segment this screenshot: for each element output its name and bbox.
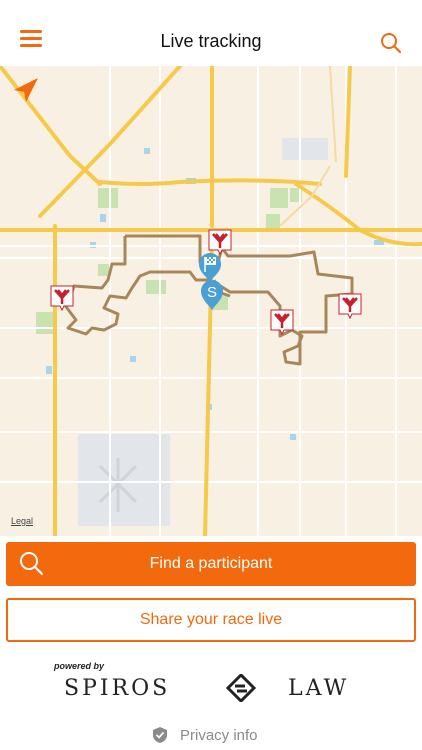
aid-station-marker[interactable] bbox=[270, 309, 294, 336]
search-button[interactable] bbox=[378, 30, 406, 58]
sponsor-name-left: SPIROS bbox=[64, 676, 171, 701]
app-header: Live tracking bbox=[0, 0, 422, 66]
privacy-info-label: Privacy info bbox=[180, 727, 258, 744]
aid-station-marker[interactable] bbox=[208, 229, 232, 256]
race-map[interactable]: S Legal bbox=[0, 66, 422, 536]
search-icon bbox=[381, 33, 402, 54]
privacy-info-link[interactable]: Privacy info bbox=[152, 724, 282, 746]
finish-flag-marker[interactable] bbox=[199, 253, 221, 282]
powered-by-label: powered by bbox=[54, 661, 105, 671]
aid-station-marker[interactable] bbox=[338, 293, 362, 320]
shield-check-icon bbox=[153, 727, 167, 743]
aid-station-marker[interactable] bbox=[50, 285, 74, 312]
page-title: Live tracking bbox=[160, 31, 262, 51]
share-race-label: Share your race live bbox=[139, 611, 283, 628]
start-marker-letter: S bbox=[207, 284, 217, 301]
find-participant-label: Find a participant bbox=[149, 555, 273, 572]
map-canvas: S bbox=[0, 66, 422, 536]
map-legal-link[interactable]: Legal bbox=[11, 516, 33, 526]
find-participant-button[interactable]: Find a participant bbox=[6, 542, 416, 586]
location-arrow-icon[interactable] bbox=[14, 78, 38, 102]
share-race-button[interactable]: Share your race live bbox=[6, 598, 416, 642]
sponsor-logo[interactable]: SPIROS LAW bbox=[64, 672, 356, 704]
sponsor-mark-icon bbox=[226, 674, 256, 702]
sponsor-name-right: LAW bbox=[288, 676, 350, 701]
gray-area bbox=[282, 138, 328, 160]
